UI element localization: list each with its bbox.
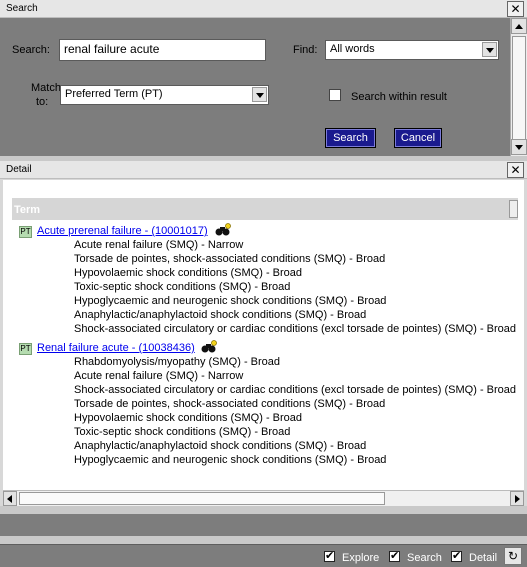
search-panel: Search: renal failure acute Find: All wo…	[0, 18, 510, 156]
smq-item: Toxic-septic shock conditions (SMQ) - Br…	[74, 426, 291, 438]
cancel-button[interactable]: Cancel	[394, 128, 442, 148]
smq-item: Hypoglycaemic and neurogenic shock condi…	[74, 295, 387, 307]
chevron-down-icon[interactable]	[252, 87, 267, 102]
find-label: Find:	[293, 44, 318, 56]
smq-item: Shock-associated circulatory or cardiac …	[74, 384, 517, 396]
find-select[interactable]: All words	[325, 40, 499, 60]
search-panel-title: Search	[6, 3, 38, 14]
search-within-result-label: Search within result	[351, 91, 447, 103]
column-menu-button[interactable]	[509, 200, 518, 218]
detail-titlebar: Detail ✕	[0, 161, 527, 179]
binoculars-icon[interactable]	[215, 223, 231, 237]
close-icon: ✕	[510, 2, 521, 16]
search-label: Search:	[12, 44, 50, 56]
smq-item: Rhabdomyolysis/myopathy (SMQ) - Broad	[74, 356, 281, 368]
pt-badge: PT	[19, 226, 32, 238]
empty-panel	[0, 514, 527, 536]
chevron-down-icon[interactable]	[482, 42, 497, 57]
smq-item: Hypoglycaemic and neurogenic shock condi…	[74, 454, 387, 466]
search-titlebar: Search ✕	[0, 0, 527, 18]
smq-item: Toxic-septic shock conditions (SMQ) - Br…	[74, 281, 291, 293]
detail-close-button[interactable]: ✕	[507, 162, 524, 178]
binoculars-icon[interactable]	[201, 340, 217, 354]
result-row: PT Renal failure acute - (10038436)	[19, 340, 259, 356]
smq-item: Shock-associated circulatory or cardiac …	[74, 323, 517, 335]
result-row: PT Acute prerenal failure - (10001017)	[19, 223, 259, 239]
smq-item: Hypovolaemic shock conditions (SMQ) - Br…	[74, 412, 303, 424]
close-icon: ✕	[510, 163, 521, 177]
smq-item: Hypovolaemic shock conditions (SMQ) - Br…	[74, 267, 303, 279]
pt-badge: PT	[19, 343, 32, 355]
smq-item: Acute renal failure (SMQ) - Narrow	[74, 239, 244, 251]
detail-toggle-checkbox[interactable]	[451, 549, 462, 562]
statusbar: Explore Search Detail ↻	[0, 544, 527, 567]
search-vertical-scrollbar[interactable]	[510, 18, 527, 156]
pt-link-renal-failure-acute[interactable]: Renal failure acute - (10038436)	[37, 342, 195, 354]
smq-item: Acute renal failure (SMQ) - Narrow	[74, 370, 244, 382]
search-input[interactable]: renal failure acute	[59, 39, 266, 61]
term-column-header[interactable]: Term	[12, 198, 518, 220]
scroll-thumb[interactable]	[19, 492, 385, 505]
pt-link-acute-prerenal-failure[interactable]: Acute prerenal failure - (10001017)	[37, 225, 208, 237]
search-toggle-checkbox[interactable]	[389, 549, 400, 562]
divider	[0, 506, 527, 514]
match-label: Match	[31, 82, 61, 94]
detail-horizontal-scrollbar[interactable]	[3, 490, 524, 506]
scroll-thumb[interactable]	[512, 36, 526, 150]
detail-panel-title: Detail	[6, 164, 32, 175]
smq-item: Torsade de pointes, shock-associated con…	[74, 398, 386, 410]
scroll-right-icon[interactable]	[510, 491, 524, 506]
search-button[interactable]: Search	[325, 128, 376, 148]
match-select[interactable]: Preferred Term (PT)	[60, 85, 269, 105]
divider	[0, 536, 527, 544]
search-input-value: renal failure acute	[64, 42, 160, 56]
explore-toggle-checkbox[interactable]	[324, 549, 335, 562]
detail-toggle-label: Detail	[469, 552, 498, 564]
smq-item: Anaphylactic/anaphylactoid shock conditi…	[74, 440, 367, 452]
search-within-result-checkbox[interactable]	[329, 89, 341, 101]
scroll-down-icon[interactable]	[511, 139, 527, 155]
term-column-label: Term	[14, 204, 41, 216]
explore-toggle-label: Explore	[342, 552, 380, 564]
smq-item: Torsade de pointes, shock-associated con…	[74, 253, 386, 265]
match-select-value: Preferred Term (PT)	[65, 88, 163, 100]
search-close-button[interactable]: ✕	[507, 1, 524, 17]
match-label-to: to:	[36, 96, 49, 108]
find-select-value: All words	[330, 43, 375, 55]
smq-item: Anaphylactic/anaphylactoid shock conditi…	[74, 309, 367, 321]
detail-panel: Term PT Acute prerenal failure - (100010…	[3, 180, 524, 490]
scroll-up-icon[interactable]	[511, 18, 527, 34]
refresh-icon[interactable]: ↻	[504, 547, 522, 565]
scroll-left-icon[interactable]	[3, 491, 17, 506]
search-toggle-label: Search	[407, 552, 442, 564]
